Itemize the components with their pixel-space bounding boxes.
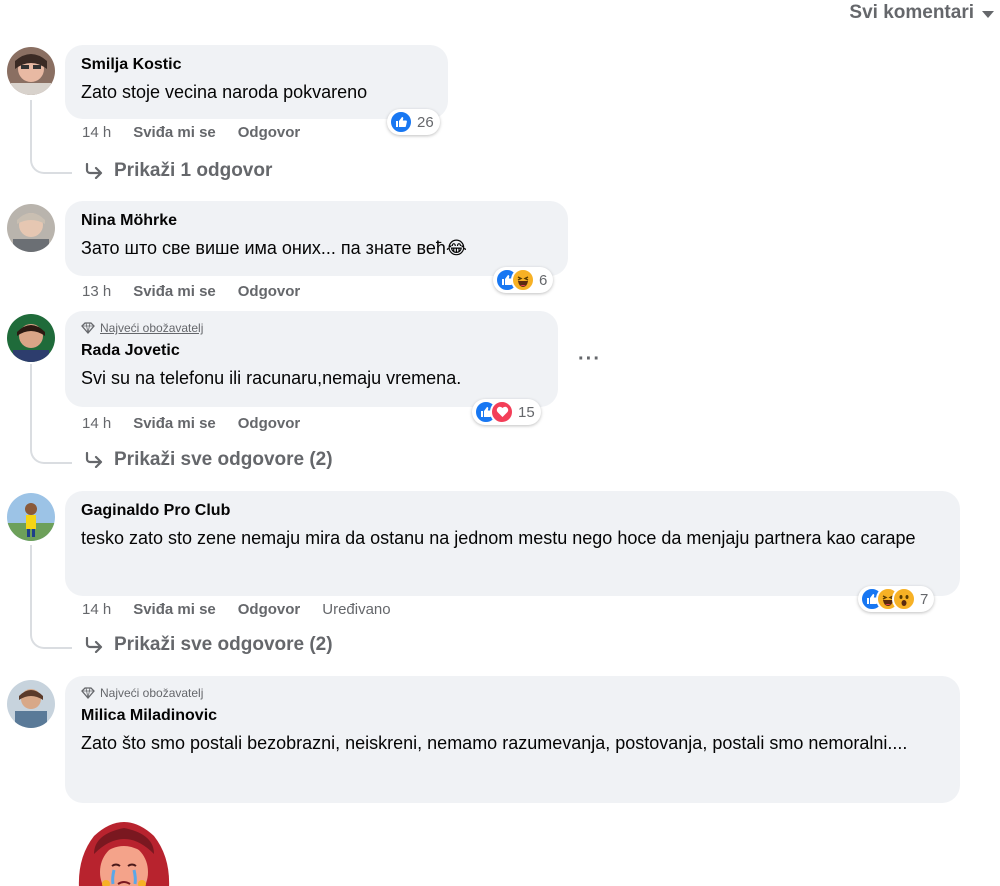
reply-button[interactable]: Odgovor	[238, 283, 301, 300]
like-button[interactable]: Sviđa mi se	[133, 124, 216, 141]
avatar[interactable]	[7, 47, 55, 95]
comment-text: tesko zato sto zene nemaju mira da ostan…	[81, 528, 916, 548]
reply-arrow-icon	[85, 637, 103, 653]
comment-bubble: Smilja Kostic Zato stoje vecina naroda p…	[65, 45, 448, 119]
top-fan-badge[interactable]: Najveći obožavatelj	[81, 686, 944, 700]
like-button[interactable]: Sviđa mi se	[133, 283, 216, 300]
comment-author[interactable]: Milica Miladinovic	[81, 706, 944, 726]
comment-actions: 14 h Sviđa mi se Odgovor	[82, 124, 300, 141]
reaction-summary[interactable]: 7	[858, 586, 935, 612]
avatar[interactable]	[7, 314, 55, 362]
edited-label: Uređivano	[322, 601, 391, 618]
love-icon	[490, 400, 514, 424]
top-fan-label: Najveći obožavatelj	[100, 321, 204, 335]
comment-bubble: Najveći obožavatelj Milica Miladinovic Z…	[65, 676, 960, 803]
more-options-icon[interactable]: ···	[578, 348, 601, 371]
diamond-icon	[81, 322, 95, 334]
view-replies-button[interactable]: Prikaži sve odgovore (2)	[84, 449, 333, 471]
view-replies-label: Prikaži sve odgovore (2)	[114, 634, 333, 655]
comment-actions: 13 h Sviđa mi se Odgovor	[82, 283, 300, 300]
comment-bubble: Gaginaldo Pro Club tesko zato sto zene n…	[65, 491, 960, 596]
comment-text: Svi su na telefonu ili racunaru,nemaju v…	[81, 368, 462, 388]
caret-down-icon	[982, 11, 994, 18]
comment-actions: 14 h Sviđa mi se Odgovor	[82, 415, 300, 432]
diamond-icon	[81, 687, 95, 699]
view-replies-label: Prikaži 1 odgovor	[114, 160, 273, 181]
comment-text: Zato što smo postali bezobrazni, neiskre…	[81, 733, 908, 753]
thread-line	[30, 100, 72, 174]
comment-text: Зато што све више има оних... па знате в…	[81, 238, 467, 258]
comment-bubble: Nina Möhrke Зато што све више има оних..…	[65, 201, 568, 276]
comment-author[interactable]: Gaginaldo Pro Club	[81, 501, 944, 521]
comment-author[interactable]: Nina Möhrke	[81, 211, 552, 231]
view-replies-button[interactable]: Prikaži 1 odgovor	[84, 160, 272, 182]
reaction-summary[interactable]: 6	[493, 267, 554, 293]
comment-bubble: Najveći obožavatelj Rada Jovetic Svi su …	[65, 311, 558, 407]
reaction-count: 15	[518, 403, 535, 421]
top-fan-badge[interactable]: Najveći obožavatelj	[81, 321, 542, 335]
comment-filter-dropdown[interactable]: Svi komentari	[849, 0, 994, 26]
comment-author[interactable]: Rada Jovetic	[81, 341, 542, 361]
comment-filter-label: Svi komentari	[849, 2, 974, 23]
top-fan-label: Najveći obožavatelj	[100, 686, 204, 700]
reply-arrow-icon	[85, 163, 103, 179]
wow-icon	[892, 587, 916, 611]
avatar[interactable]	[7, 493, 55, 541]
reaction-summary[interactable]: 15	[472, 399, 541, 425]
haha-icon	[511, 268, 535, 292]
comment-text: Zato stoje vecina naroda pokvareno	[81, 82, 368, 102]
view-replies-button[interactable]: Prikaži sve odgovore (2)	[84, 634, 333, 656]
comment-timestamp[interactable]: 14 h	[82, 415, 111, 432]
like-button[interactable]: Sviđa mi se	[133, 601, 216, 618]
reaction-count: 26	[417, 113, 434, 131]
reply-button[interactable]: Odgovor	[238, 415, 301, 432]
reaction-count: 7	[920, 590, 929, 608]
like-icon	[389, 110, 413, 134]
reply-button[interactable]: Odgovor	[238, 601, 301, 618]
view-replies-label: Prikaži sve odgovore (2)	[114, 449, 333, 470]
crying-woman-sticker	[72, 814, 176, 886]
comment-actions: 14 h Sviđa mi se Odgovor Uređivano	[82, 601, 391, 618]
comment-author[interactable]: Smilja Kostic	[81, 55, 432, 75]
avatar[interactable]	[7, 204, 55, 252]
reply-button[interactable]: Odgovor	[238, 124, 301, 141]
reaction-count: 6	[539, 271, 548, 289]
comment-timestamp[interactable]: 14 h	[82, 601, 111, 618]
comment-timestamp[interactable]: 13 h	[82, 283, 111, 300]
reaction-summary[interactable]: 26	[387, 109, 440, 135]
comment-timestamp[interactable]: 14 h	[82, 124, 111, 141]
like-button[interactable]: Sviđa mi se	[133, 415, 216, 432]
avatar[interactable]	[7, 680, 55, 728]
reply-arrow-icon	[85, 452, 103, 468]
